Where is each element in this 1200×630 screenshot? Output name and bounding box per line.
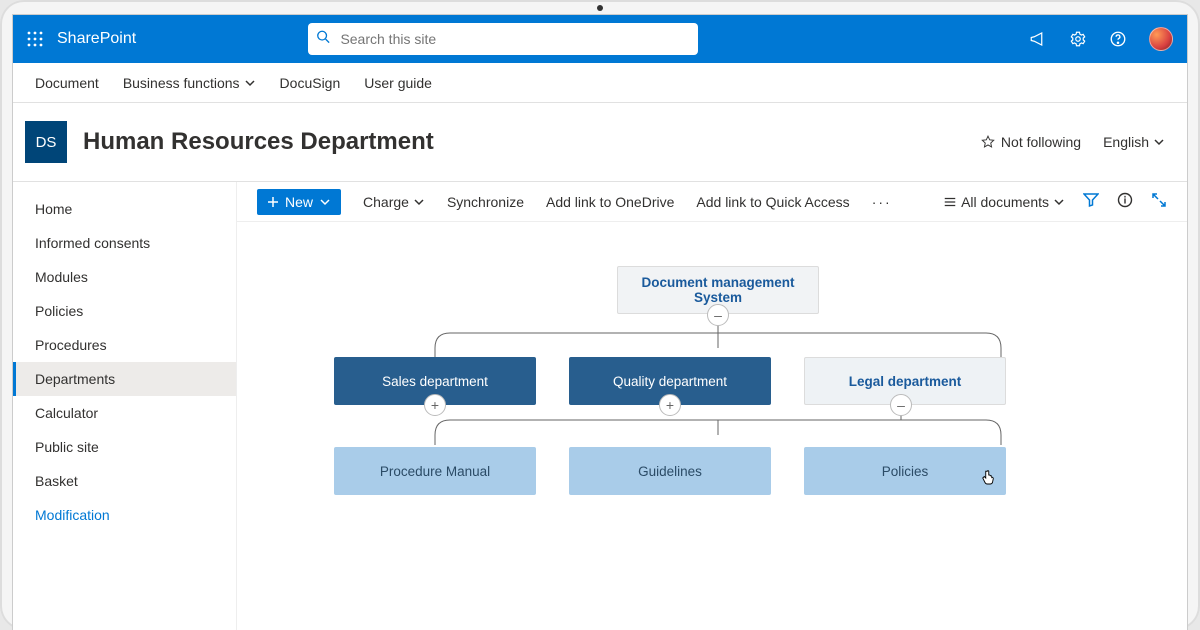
diagram-canvas: Document management System – Sales depar… — [237, 222, 1187, 630]
new-button[interactable]: New — [257, 189, 341, 215]
app-name[interactable]: SharePoint — [57, 30, 136, 48]
cursor-icon — [979, 469, 997, 492]
avatar[interactable] — [1149, 27, 1173, 51]
cmd-synchronize[interactable]: Synchronize — [447, 194, 524, 210]
page-title: Human Resources Department — [83, 128, 434, 156]
search-container — [308, 23, 698, 55]
toggle-root[interactable]: – — [707, 304, 729, 326]
left-nav-home[interactable]: Home — [13, 192, 236, 226]
language-picker[interactable]: English — [1103, 134, 1165, 150]
chevron-down-icon — [413, 196, 425, 208]
suite-bar: SharePoint — [13, 15, 1187, 63]
app-launcher-icon[interactable] — [27, 31, 43, 47]
camera-dot — [597, 5, 603, 11]
gear-icon[interactable] — [1069, 30, 1087, 48]
left-nav-public-site[interactable]: Public site — [13, 430, 236, 464]
search-input[interactable] — [308, 23, 698, 55]
app-window: SharePoint Docum — [12, 14, 1188, 630]
chevron-down-icon — [1153, 136, 1165, 148]
list-icon — [943, 195, 957, 209]
chevron-down-icon — [244, 77, 256, 89]
cmd-add-quickaccess[interactable]: Add link to Quick Access — [696, 194, 849, 210]
left-nav-basket[interactable]: Basket — [13, 464, 236, 498]
top-nav: Document Business functions DocuSign Use… — [13, 63, 1187, 103]
toggle-sales[interactable]: + — [424, 394, 446, 416]
diagram-node-policies[interactable]: Policies — [804, 447, 1006, 495]
diagram-node-procedure-manual[interactable]: Procedure Manual — [334, 447, 536, 495]
left-nav-calculator[interactable]: Calculator — [13, 396, 236, 430]
left-nav-policies[interactable]: Policies — [13, 294, 236, 328]
cmd-charge[interactable]: Charge — [363, 194, 425, 210]
view-switcher[interactable]: All documents — [943, 194, 1065, 210]
chevron-down-icon — [1053, 196, 1065, 208]
left-nav-modification[interactable]: Modification — [13, 498, 236, 532]
filter-icon[interactable] — [1083, 192, 1099, 211]
megaphone-icon[interactable] — [1029, 30, 1047, 48]
site-logo[interactable]: DS — [25, 121, 67, 163]
left-nav-consents[interactable]: Informed consents — [13, 226, 236, 260]
toggle-legal[interactable]: – — [890, 394, 912, 416]
diagram-node-guidelines[interactable]: Guidelines — [569, 447, 771, 495]
info-icon[interactable] — [1117, 192, 1133, 211]
nav-item-user-guide[interactable]: User guide — [364, 75, 432, 91]
left-nav-departments[interactable]: Departments — [13, 362, 236, 396]
search-icon — [316, 30, 330, 49]
nav-item-document[interactable]: Document — [35, 75, 99, 91]
left-nav-modules[interactable]: Modules — [13, 260, 236, 294]
nav-item-docusign[interactable]: DocuSign — [280, 75, 341, 91]
cmd-add-onedrive[interactable]: Add link to OneDrive — [546, 194, 674, 210]
toggle-quality[interactable]: + — [659, 394, 681, 416]
site-header: DS Human Resources Department Not follow… — [13, 103, 1187, 182]
left-nav: Home Informed consents Modules Policies … — [13, 182, 237, 630]
star-icon — [981, 135, 995, 149]
help-icon[interactable] — [1109, 30, 1127, 48]
left-nav-procedures[interactable]: Procedures — [13, 328, 236, 362]
expand-icon[interactable] — [1151, 192, 1167, 211]
cmd-overflow[interactable]: ··· — [872, 194, 892, 210]
command-bar: New Charge Synchronize Add link to OneDr… — [237, 182, 1187, 222]
plus-icon — [267, 196, 279, 208]
nav-item-business-functions[interactable]: Business functions — [123, 75, 256, 91]
chevron-down-icon — [319, 196, 331, 208]
follow-toggle[interactable]: Not following — [981, 134, 1081, 150]
